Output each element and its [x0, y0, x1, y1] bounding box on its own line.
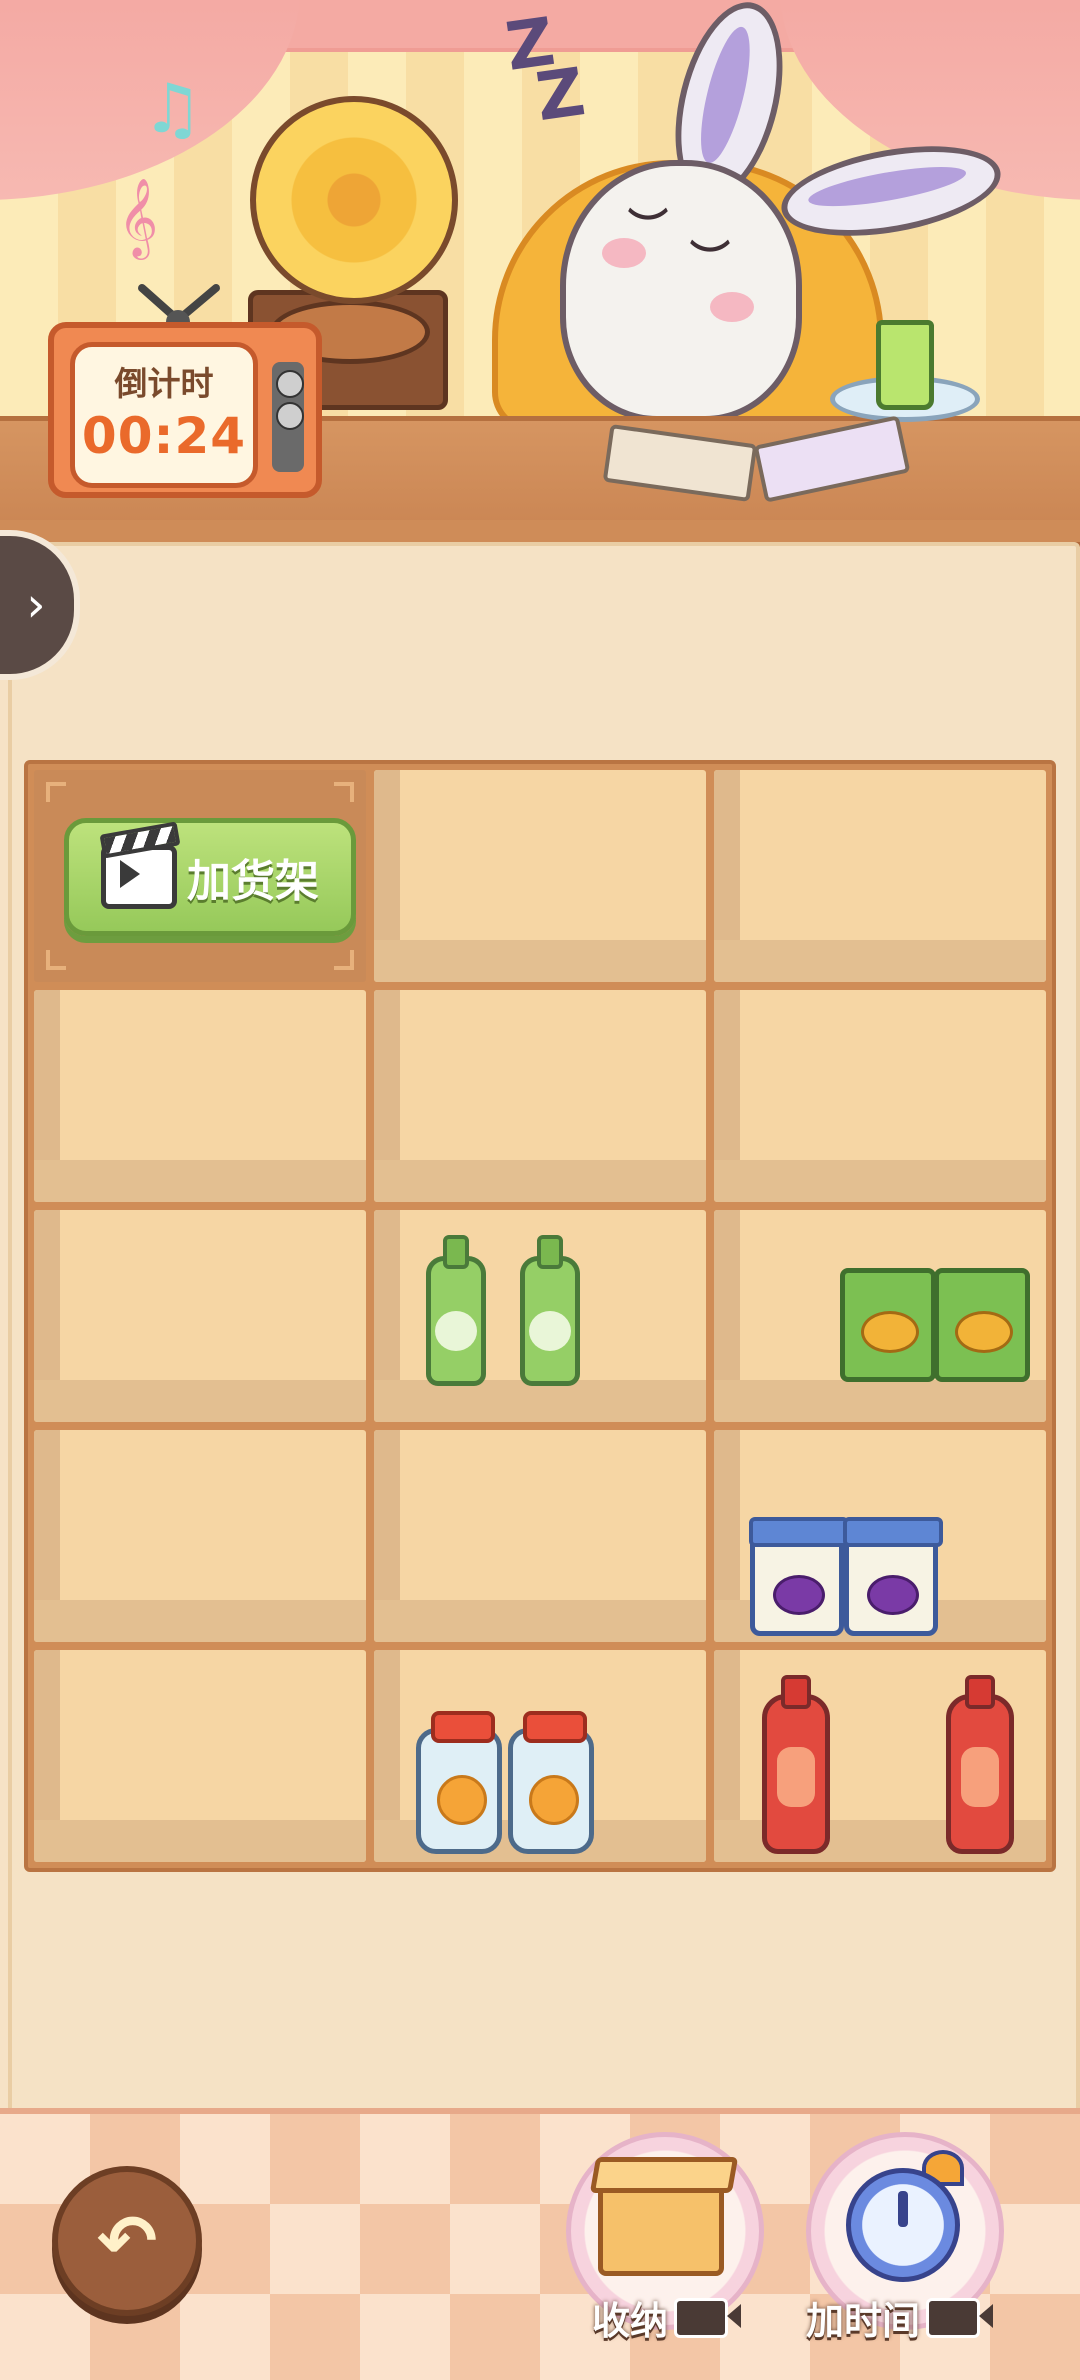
countdown-tv: 倒计时 00:24: [48, 322, 322, 498]
timer-screen: 倒计时 00:24: [70, 342, 258, 488]
tv-knob-icon: [276, 370, 304, 398]
shelf-slot[interactable]: [374, 1650, 706, 1862]
shelf-slot[interactable]: [34, 1210, 366, 1422]
shelf-slot[interactable]: [374, 1430, 706, 1642]
storage-box-icon: [598, 2176, 724, 2276]
sleeping-bunny: [560, 160, 802, 422]
shelf-grid: 加货架: [24, 760, 1056, 1872]
shelf-slot[interactable]: [374, 770, 706, 982]
bunny-eye-closed: ︶: [690, 238, 730, 284]
lime-drink: [876, 320, 934, 410]
add-shelf-button[interactable]: 加货架: [64, 818, 356, 936]
sleep-zzz-icon: Z Z: [501, 2, 590, 140]
shelf-slot[interactable]: [34, 1650, 366, 1862]
back-button[interactable]: ↶: [52, 2166, 202, 2316]
red-soda-bottle-item[interactable]: [946, 1675, 1014, 1854]
frame-corner: [334, 782, 354, 802]
tv-knob-icon: [276, 402, 304, 430]
music-note-icon: ♫: [142, 70, 203, 149]
treble-clef-icon: 𝄞: [118, 178, 159, 257]
add-time-label: 加时间: [806, 2299, 921, 2343]
video-ad-icon: [926, 2297, 994, 2338]
green-bottle-item[interactable]: [520, 1235, 580, 1386]
alarm-clock-icon: [846, 2168, 960, 2282]
red-soda-bottle-item[interactable]: [762, 1675, 830, 1854]
chevron-right-icon: ›: [26, 577, 46, 633]
chips-bag-item[interactable]: [934, 1268, 1030, 1382]
tv-knobs: [272, 362, 304, 472]
bunny-cheek: [710, 292, 754, 322]
shelf-slot[interactable]: [34, 1430, 366, 1642]
storage-label: 收纳: [592, 2299, 669, 2343]
frame-corner: [334, 950, 354, 970]
clapperboard-icon: [101, 845, 177, 909]
chips-bag-item[interactable]: [840, 1268, 936, 1382]
frame-corner: [46, 782, 66, 802]
orange-juice-jar-item[interactable]: [508, 1711, 594, 1854]
jam-jar-item[interactable]: [843, 1517, 943, 1636]
shelf-slot-locked: 加货架: [34, 770, 366, 982]
timer-label: 倒计时: [114, 364, 214, 403]
frame-corner: [46, 950, 66, 970]
bunny-cheek: [602, 238, 646, 268]
shelf-slot[interactable]: [714, 770, 1046, 982]
shelf-slot[interactable]: [374, 990, 706, 1202]
shelf-slot[interactable]: [714, 990, 1046, 1202]
gramophone-horn: [250, 96, 458, 304]
shelf-slot[interactable]: [374, 1210, 706, 1422]
undo-arrow-icon: ↶: [96, 2199, 158, 2283]
top-scene: ♫ 𝄞 Z Z ︶ ︶ 倒计时 00:24: [0, 0, 1080, 520]
add-shelf-label: 加货架: [187, 856, 319, 907]
shelf-slot[interactable]: [714, 1430, 1046, 1642]
green-bottle-item[interactable]: [426, 1235, 486, 1386]
orange-juice-jar-item[interactable]: [416, 1711, 502, 1854]
add-time-label-group[interactable]: 加时间: [806, 2290, 994, 2345]
video-ad-icon: [674, 2297, 742, 2338]
storage-label-group[interactable]: 收纳: [592, 2290, 742, 2345]
shelf-slot[interactable]: [714, 1210, 1046, 1422]
shelf-slot[interactable]: [34, 990, 366, 1202]
jam-jar-item[interactable]: [749, 1517, 849, 1636]
shelf-slot[interactable]: [714, 1650, 1046, 1862]
timer-value: 00:24: [81, 407, 247, 465]
